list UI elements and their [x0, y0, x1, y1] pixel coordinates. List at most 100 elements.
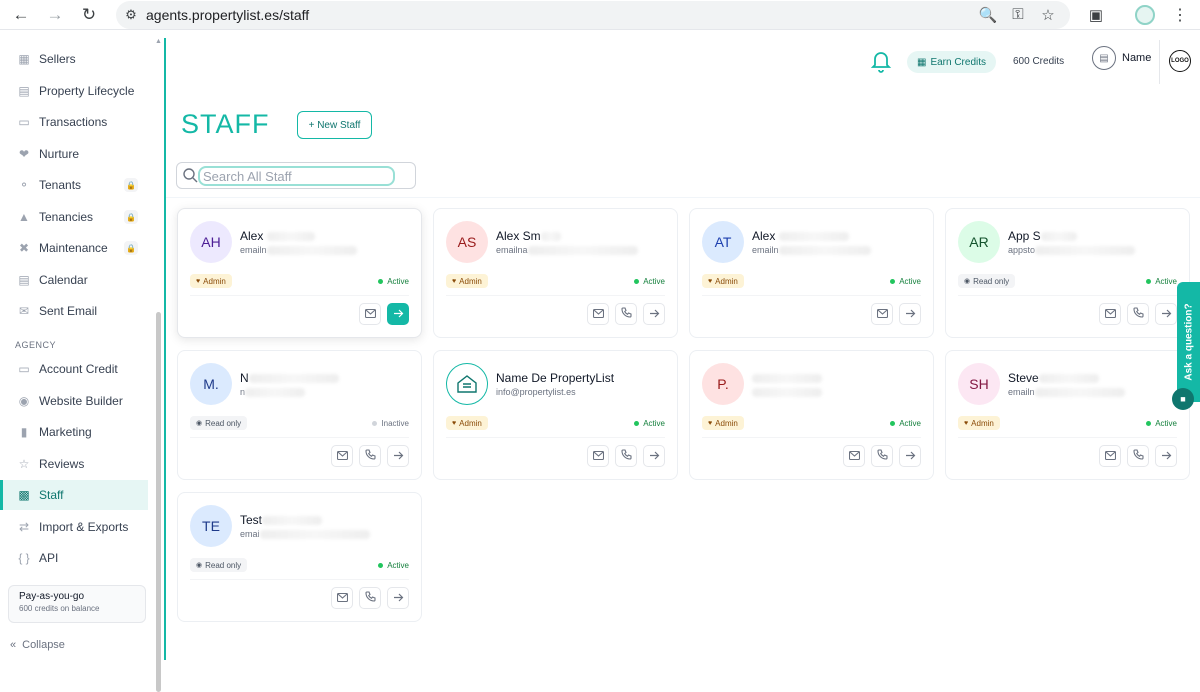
- email-button[interactable]: [1099, 445, 1121, 467]
- new-staff-button[interactable]: + New Staff: [297, 111, 372, 139]
- lock-icon: 🔒: [124, 210, 138, 224]
- staff-email: emailna: [496, 245, 528, 255]
- open-staff-button[interactable]: [1155, 303, 1177, 325]
- search-input[interactable]: [198, 166, 395, 186]
- sidebar-item-reviews[interactable]: ☆ Reviews: [0, 449, 148, 479]
- staff-card[interactable]: AT Alex emailn ♥ Admin Active: [689, 208, 934, 338]
- sidebar-item-nurture[interactable]: ❤ Nurture: [0, 139, 148, 169]
- sidebar-item-property-lifecycle[interactable]: ▤ Property Lifecycle: [0, 76, 148, 106]
- staff-avatar: AR: [958, 221, 1000, 263]
- staff-card[interactable]: AR App S appsto ◉ Read only Active: [945, 208, 1190, 338]
- staff-card[interactable]: SH Steve emailn ♥ Admin Active: [945, 350, 1190, 480]
- sidebar-item-sellers[interactable]: ▦ Sellers: [0, 44, 148, 74]
- status-badge: Active: [378, 274, 409, 288]
- phone-icon: [1132, 447, 1144, 465]
- scroll-up-arrow[interactable]: ▲: [155, 38, 162, 45]
- staff-name-row: Alex Sm: [496, 229, 561, 243]
- address-bar[interactable]: ⚙ agents.propertylist.es/staff 🔍 ⚿ ☆: [116, 1, 1070, 29]
- ask-question-tab[interactable]: Ask a question?: [1177, 282, 1200, 402]
- call-button[interactable]: [871, 445, 893, 467]
- forward-icon[interactable]: →: [38, 0, 72, 30]
- sidebar-item-staff[interactable]: ▩ Staff: [0, 480, 148, 510]
- email-button[interactable]: [1099, 303, 1121, 325]
- phone-icon: [620, 447, 632, 465]
- status-badge: Active: [378, 558, 409, 572]
- call-button[interactable]: [359, 587, 381, 609]
- staff-avatar: AH: [190, 221, 232, 263]
- card-actions: [359, 303, 409, 325]
- zoom-icon[interactable]: 🔍: [976, 6, 1000, 24]
- key-icon[interactable]: ⚿: [1006, 6, 1030, 24]
- user-avatar[interactable]: ▤: [1092, 46, 1116, 70]
- sidebar-item-label: Sellers: [39, 52, 76, 66]
- bookmark-star-icon[interactable]: ☆: [1036, 6, 1060, 24]
- open-staff-button[interactable]: [643, 303, 665, 325]
- back-icon[interactable]: ←: [4, 0, 38, 30]
- open-staff-button[interactable]: [1155, 445, 1177, 467]
- email-button[interactable]: [843, 445, 865, 467]
- status-dot: [890, 278, 896, 284]
- staff-card[interactable]: AS Alex Sm emailna ♥ Admin Active: [433, 208, 678, 338]
- sidebar-item-label: Tenants: [39, 178, 82, 192]
- sidebar-scrollbar[interactable]: [156, 312, 161, 692]
- search-icon: [183, 168, 198, 183]
- call-button[interactable]: [1127, 303, 1149, 325]
- open-staff-button[interactable]: [899, 303, 921, 325]
- sidebar-item-sent-email[interactable]: ✉ Sent Email: [0, 296, 148, 326]
- role-badge: ◉ Read only: [190, 558, 248, 572]
- staff-card[interactable]: Name De PropertyList info@propertylist.es…: [433, 350, 678, 480]
- site-settings-icon[interactable]: ⚙: [116, 7, 146, 23]
- notifications-bell-icon[interactable]: [869, 48, 893, 74]
- staff-card[interactable]: AH Alex emailn ♥ Admin Active: [177, 208, 422, 338]
- sidebar-item-website-builder[interactable]: ◉ Website Builder: [0, 386, 148, 416]
- staff-email-row: emailna: [496, 245, 638, 256]
- collapse-button[interactable]: « Collapse: [10, 639, 65, 651]
- sidebar-item-account-credit[interactable]: ▭ Account Credit: [0, 354, 148, 384]
- email-button[interactable]: [331, 587, 353, 609]
- sidebar-item-label: Reviews: [39, 457, 85, 471]
- staff-name-row: Name De PropertyList: [496, 371, 614, 385]
- call-button[interactable]: [615, 303, 637, 325]
- sidebar-item-maintenance[interactable]: ✖ Maintenance 🔒: [0, 233, 148, 263]
- staff-card[interactable]: M. Nn ◉ Read only Inactive: [177, 350, 422, 480]
- sidebar-item-import-exports[interactable]: ⇄ Import & Exports: [0, 512, 148, 542]
- email-button[interactable]: [359, 303, 381, 325]
- browser-menu-icon[interactable]: ⋮: [1172, 4, 1188, 26]
- open-staff-button[interactable]: [643, 445, 665, 467]
- sidebar-item-transactions[interactable]: ▭ Transactions: [0, 107, 148, 137]
- earn-credits-button[interactable]: ▦ Earn Credits: [907, 51, 996, 73]
- open-staff-button[interactable]: [899, 445, 921, 467]
- reload-icon[interactable]: ↻: [72, 0, 106, 30]
- staff-email-row: info@propertylist.es: [496, 387, 576, 397]
- plan-card[interactable]: Pay-as-you-go 600 credits on balance: [8, 585, 146, 623]
- sidebar-item-tenancies[interactable]: ▲ Tenancies 🔒: [0, 202, 148, 232]
- sidebar-item-marketing[interactable]: ▮ Marketing: [0, 417, 148, 447]
- sidebar-item-tenants[interactable]: ⚬ Tenants 🔒: [0, 170, 148, 200]
- email-button[interactable]: [587, 303, 609, 325]
- open-staff-button[interactable]: [387, 303, 409, 325]
- card-divider: [958, 295, 1177, 296]
- chat-bubble-icon[interactable]: ■: [1172, 388, 1194, 410]
- staff-card[interactable]: P. ♥ Admin Active: [689, 350, 934, 480]
- call-button[interactable]: [615, 445, 637, 467]
- user-name[interactable]: Name: [1122, 52, 1151, 64]
- profile-avatar[interactable]: [1135, 5, 1155, 25]
- extensions-icon[interactable]: ▣: [1084, 4, 1108, 26]
- redacted-name: [778, 232, 849, 242]
- calendar-icon: ▤: [18, 273, 30, 287]
- sidebar-item-api[interactable]: { } API: [0, 543, 148, 573]
- open-staff-button[interactable]: [387, 445, 409, 467]
- call-button[interactable]: [1127, 445, 1149, 467]
- call-button[interactable]: [359, 445, 381, 467]
- brand-logo[interactable]: LOGO: [1169, 50, 1191, 72]
- mail-icon: [336, 589, 348, 607]
- email-button[interactable]: [587, 445, 609, 467]
- staff-card[interactable]: TE Test emai ◉ Read only Active: [177, 492, 422, 622]
- redacted-name: [262, 516, 323, 526]
- role-label: Admin: [715, 276, 738, 286]
- email-button[interactable]: [871, 303, 893, 325]
- email-button[interactable]: [331, 445, 353, 467]
- sidebar-item-calendar[interactable]: ▤ Calendar: [0, 265, 148, 295]
- sellers-icon: ▦: [18, 52, 30, 66]
- open-staff-button[interactable]: [387, 587, 409, 609]
